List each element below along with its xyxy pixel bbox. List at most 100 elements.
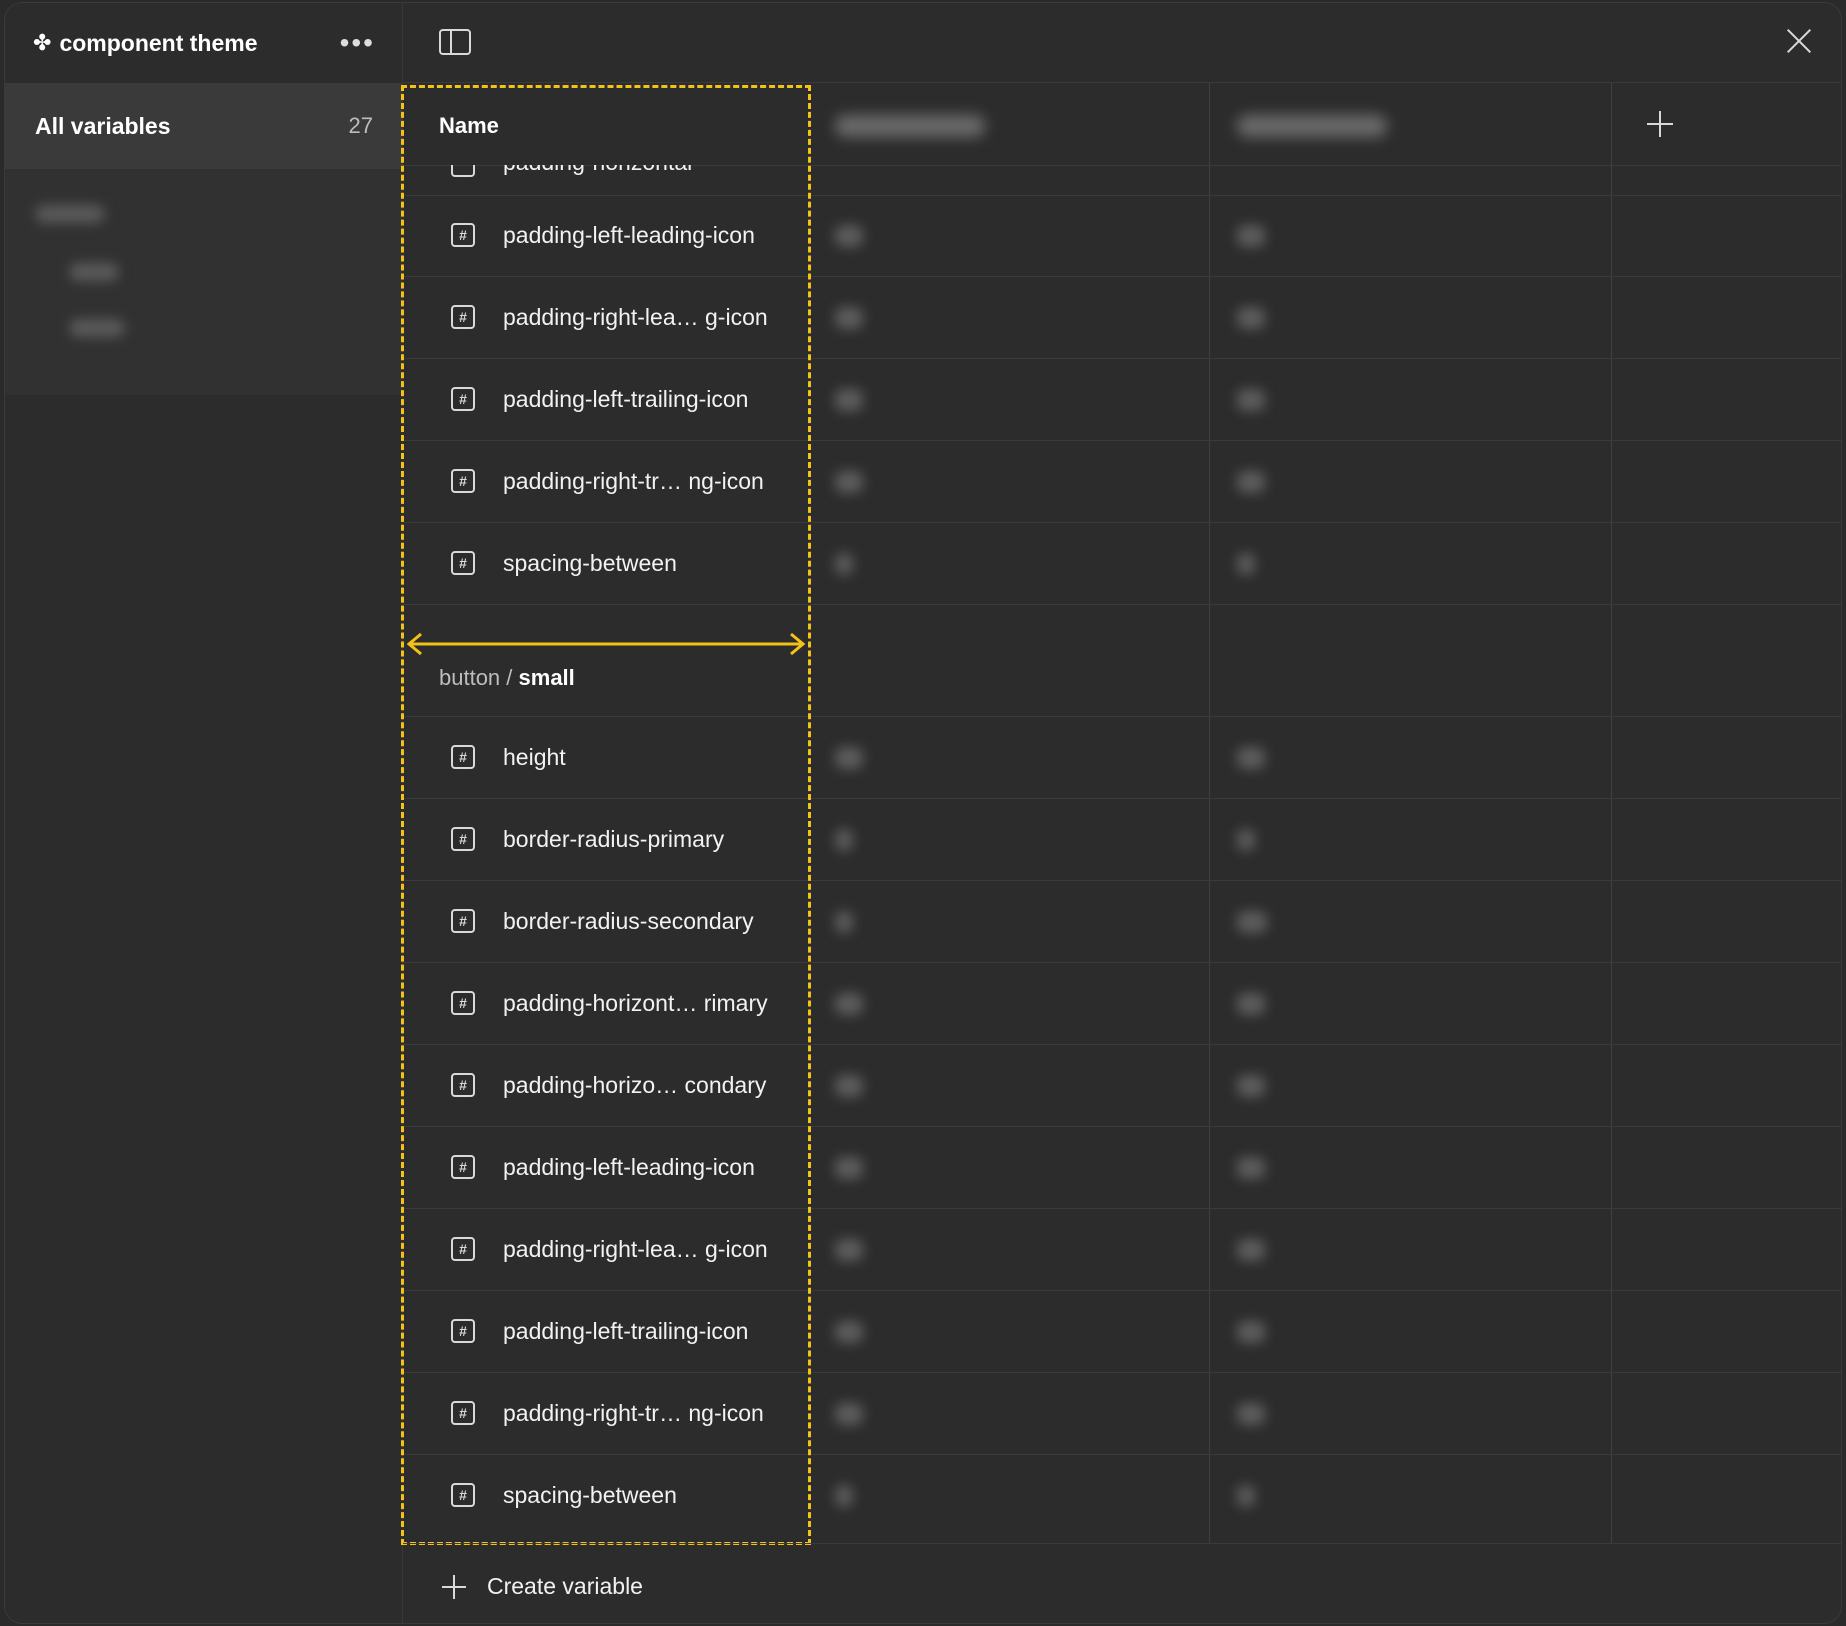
group-name: small — [518, 665, 575, 690]
table-row[interactable]: # padding-right-lea… g-icon — [403, 1209, 1841, 1291]
group-label: button / small — [439, 665, 575, 691]
value-cell-blurred[interactable] — [1237, 993, 1265, 1015]
value-cell-blurred[interactable] — [835, 911, 853, 933]
number-variable-icon: # — [451, 469, 475, 493]
value-cell-blurred[interactable] — [1237, 225, 1265, 247]
collection-title: component theme — [59, 29, 258, 56]
number-variable-icon: # — [451, 745, 475, 769]
number-variable-icon: # — [451, 1319, 475, 1343]
value-cell-blurred[interactable] — [1237, 389, 1265, 411]
close-icon[interactable] — [1783, 25, 1815, 57]
table-row[interactable]: # spacing-between — [403, 523, 1841, 605]
variable-name: height — [503, 744, 566, 770]
number-variable-icon: # — [451, 305, 475, 329]
group-header-small[interactable]: button / small — [403, 605, 807, 717]
sidebar-groups-blurred — [5, 169, 403, 395]
variable-name: padding-right-lea… g-icon — [503, 1236, 768, 1262]
number-variable-icon: # — [451, 991, 475, 1015]
variable-name: spacing-between — [503, 550, 677, 576]
value-cell-blurred[interactable] — [835, 1403, 863, 1425]
variable-name: padding-right-tr… ng-icon — [503, 468, 764, 494]
number-variable-icon — [451, 165, 475, 177]
value-cell-blurred[interactable] — [835, 993, 863, 1015]
value-cell-blurred[interactable] — [835, 225, 863, 247]
blurred-subgroup-label — [69, 263, 119, 281]
number-variable-icon: # — [451, 1155, 475, 1179]
variable-name: padding-right-lea… g-icon — [503, 304, 768, 330]
table-row[interactable]: # border-radius-primary — [403, 799, 1841, 881]
table-row[interactable]: # padding-right-tr… ng-icon — [403, 441, 1841, 523]
number-variable-icon: # — [451, 827, 475, 851]
value-cell-blurred[interactable] — [835, 553, 853, 575]
table-row[interactable]: # padding-left-leading-icon — [403, 1127, 1841, 1209]
value-cell-blurred[interactable] — [835, 1239, 863, 1261]
value-cell-blurred[interactable] — [1237, 1239, 1265, 1261]
number-variable-icon: # — [451, 223, 475, 247]
table-header: Name — [403, 83, 1841, 166]
value-cell-blurred[interactable] — [835, 747, 863, 769]
add-column-icon[interactable] — [1643, 107, 1677, 141]
value-cell-blurred[interactable] — [835, 1321, 863, 1343]
value-cell-blurred[interactable] — [835, 307, 863, 329]
table-row[interactable]: # padding-right-tr… ng-icon — [403, 1373, 1841, 1455]
table-row[interactable]: # padding-horizont… rimary — [403, 963, 1841, 1045]
value-cell-blurred[interactable] — [1237, 553, 1255, 575]
number-variable-icon: # — [451, 1483, 475, 1507]
variable-name: border-radius-primary — [503, 826, 725, 852]
name-column-header[interactable]: Name — [439, 113, 499, 139]
table-row[interactable]: # border-radius-secondary — [403, 881, 1841, 963]
value-cell-blurred[interactable] — [835, 1485, 853, 1507]
variable-name: padding-horizontal — [503, 165, 692, 176]
sidebar-item-all-variables[interactable]: All variables 27 — [5, 83, 403, 169]
table-row[interactable]: # padding-left-trailing-icon — [403, 359, 1841, 441]
table-row[interactable]: padding-horizontal — [403, 165, 1841, 196]
variable-name: padding-left-trailing-icon — [503, 386, 749, 412]
value-cell-blurred[interactable] — [835, 1075, 863, 1097]
value-cell-blurred[interactable] — [835, 471, 863, 493]
create-variable-bar[interactable]: Create variable — [403, 1543, 1841, 1623]
more-icon[interactable]: ••• — [340, 29, 375, 57]
value-cell-blurred[interactable] — [1237, 1157, 1265, 1179]
blurred-subgroup-label — [69, 319, 125, 337]
value-cell-blurred[interactable] — [1237, 307, 1265, 329]
table-row[interactable]: # padding-left-leading-icon — [403, 195, 1841, 277]
number-variable-icon: # — [451, 1401, 475, 1425]
value-cell-blurred[interactable] — [1237, 471, 1265, 493]
table-row[interactable]: # padding-right-lea… g-icon — [403, 277, 1841, 359]
value-cell-blurred[interactable] — [1237, 1403, 1265, 1425]
variables-modal: ✤ component theme ••• All variables 27 N… — [4, 2, 1842, 1624]
variable-name: spacing-between — [503, 1482, 677, 1508]
value-cell-blurred[interactable] — [835, 389, 863, 411]
value-cell-blurred[interactable] — [1237, 1075, 1265, 1097]
toolbar — [403, 3, 1841, 83]
variable-name: padding-left-leading-icon — [503, 1154, 755, 1180]
number-variable-icon: # — [451, 1237, 475, 1261]
value-cell-blurred[interactable] — [835, 829, 853, 851]
value-cell-blurred[interactable] — [1237, 747, 1265, 769]
variable-name: padding-horizo… condary — [503, 1072, 767, 1098]
collection-icon: ✤ — [33, 30, 52, 55]
number-variable-icon: # — [451, 387, 475, 411]
number-variable-icon: # — [451, 1073, 475, 1097]
group-prefix: button / — [439, 665, 519, 690]
create-variable-button[interactable]: Create variable — [487, 1573, 643, 1600]
number-variable-icon: # — [451, 909, 475, 933]
value-cell-blurred[interactable] — [1237, 829, 1255, 851]
table-row[interactable]: # height — [403, 717, 1841, 799]
panel-toggle-icon[interactable] — [439, 29, 471, 55]
table-row[interactable]: # spacing-between — [403, 1455, 1841, 1537]
blurred-group-label — [35, 205, 105, 223]
value-cell-blurred[interactable] — [1237, 1321, 1265, 1343]
mode-column-header-blurred[interactable] — [1237, 115, 1387, 137]
collection-header[interactable]: ✤ component theme ••• — [5, 3, 403, 83]
table-row[interactable]: # padding-horizo… condary — [403, 1045, 1841, 1127]
variables-table: Name padding-horizontal # padding-left-l… — [403, 83, 1841, 1543]
value-cell-blurred[interactable] — [1237, 911, 1267, 933]
value-cell-blurred[interactable] — [835, 1157, 863, 1179]
value-cell-blurred[interactable] — [1237, 1485, 1255, 1507]
table-row[interactable]: # padding-left-trailing-icon — [403, 1291, 1841, 1373]
plus-icon — [441, 1574, 467, 1600]
mode-column-header-blurred[interactable] — [835, 115, 985, 137]
number-variable-icon: # — [451, 551, 475, 575]
variable-name: border-radius-secondary — [503, 908, 754, 934]
